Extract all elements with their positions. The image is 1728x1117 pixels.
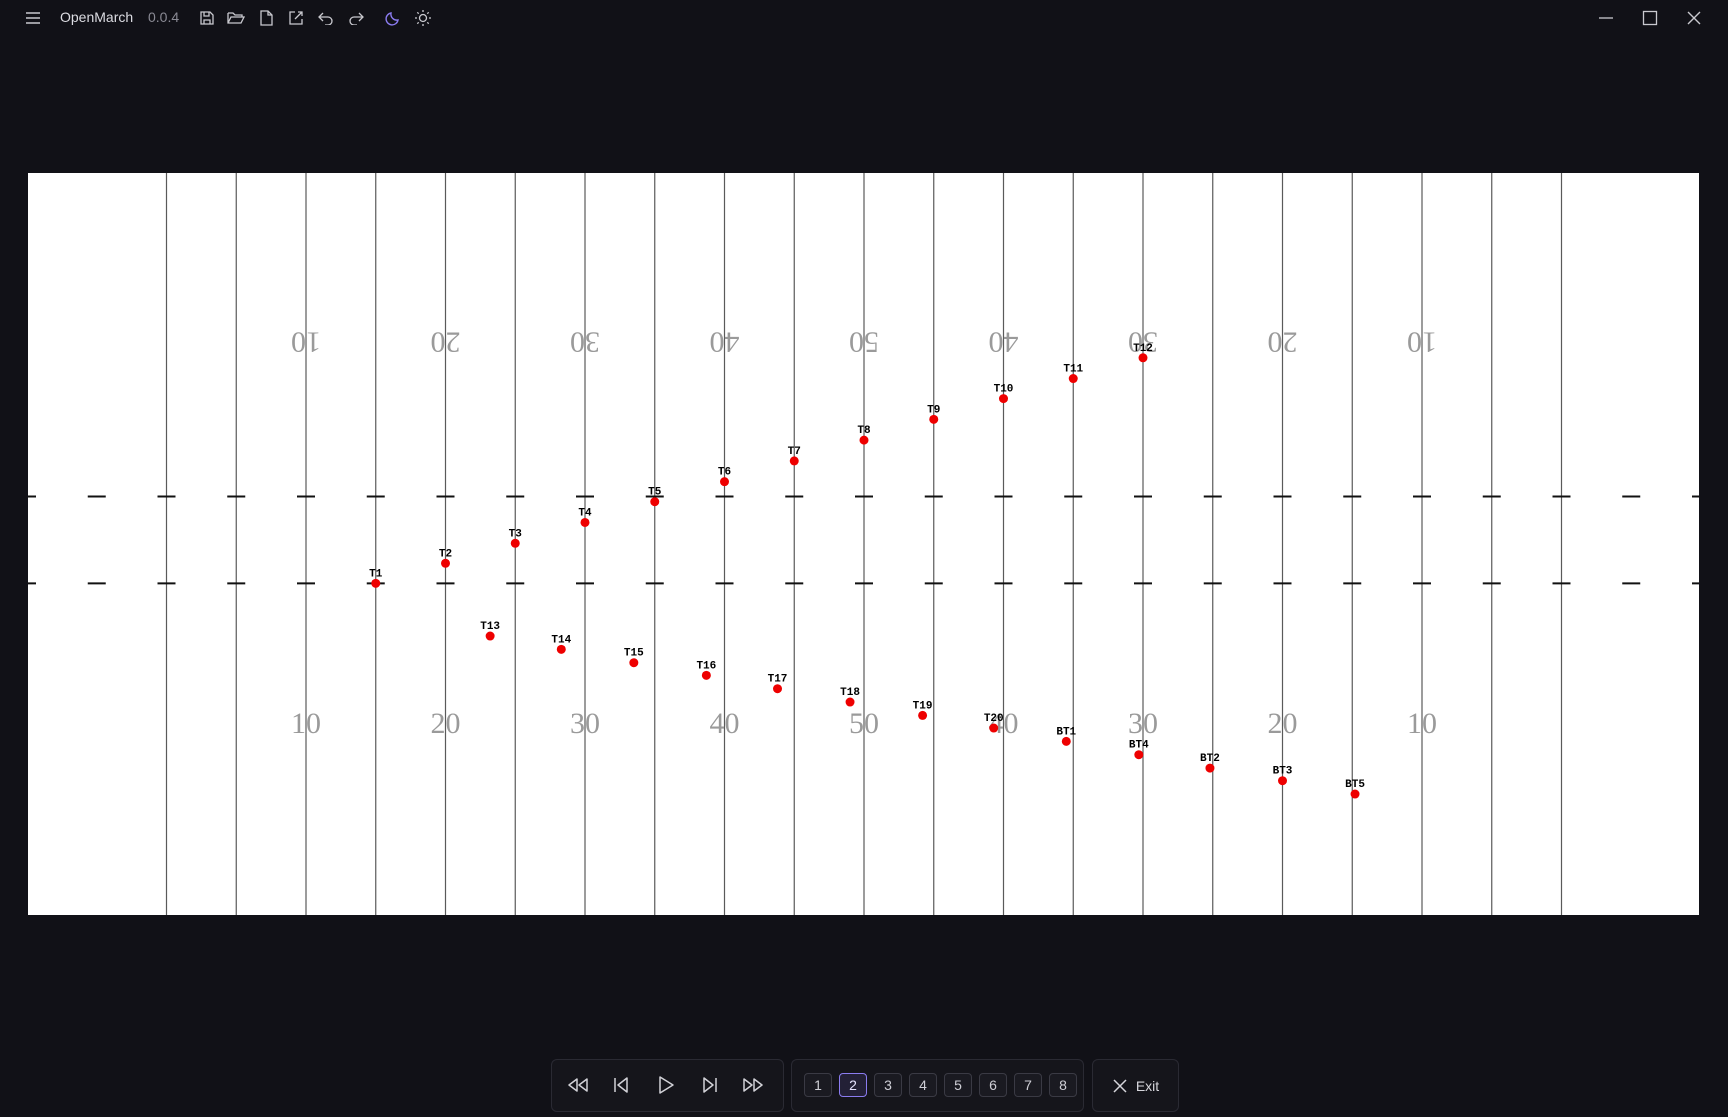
dark-mode-icon[interactable] [382,8,404,28]
marcher-label: T19 [913,700,933,712]
exit-button[interactable]: Exit [1093,1060,1178,1111]
exit-label: Exit [1135,1077,1160,1094]
yard-number-bottom: 30 [570,707,600,740]
app-name: OpenMarch [60,9,134,25]
marcher-label: T10 [994,384,1014,396]
yard-number-top: 50 [849,326,879,359]
yard-number-top: 30 [570,326,600,359]
next-page-icon[interactable] [697,1074,723,1096]
page-button-4[interactable]: 4 [909,1073,937,1097]
yard-number-bottom: 20 [431,707,461,740]
yard-number-top: 20 [1268,326,1298,359]
marcher-label: T20 [984,713,1004,725]
minimize-icon[interactable] [1591,6,1621,30]
marcher-label: T16 [696,660,716,672]
title-bar: OpenMarch 0.0.4 [0,0,1728,36]
exit-panel: Exit [1092,1059,1179,1112]
redo-icon[interactable] [345,8,367,28]
yard-number-top: 10 [291,326,321,359]
page-selector: 12345678 [791,1059,1084,1112]
marcher-label: T14 [551,634,571,646]
yard-number-bottom: 10 [291,707,321,740]
marcher-label: T13 [480,621,500,633]
page-button-5[interactable]: 5 [944,1073,972,1097]
playback-controls [551,1059,784,1112]
new-file-icon[interactable] [255,8,277,28]
undo-icon[interactable] [315,8,337,28]
marcher-label: T17 [768,674,788,686]
marcher-label: BT5 [1345,779,1365,791]
page-button-6[interactable]: 6 [979,1073,1007,1097]
previous-page-icon[interactable] [608,1074,634,1096]
marcher-label: T2 [439,548,452,560]
close-x-icon [1113,1078,1127,1093]
yard-number-bottom: 20 [1268,707,1298,740]
marcher-label: T8 [857,425,871,437]
football-field[interactable]: 10 10 20 20 30 30 40 40 50 50 40 40 30 30 20 20 10 10 T1 T2… [28,173,1699,915]
close-icon[interactable] [1679,6,1709,30]
page-button-1[interactable]: 1 [804,1073,832,1097]
page-button-7[interactable]: 7 [1014,1073,1042,1097]
light-mode-icon[interactable] [412,8,434,28]
marcher-label: T1 [369,568,383,580]
marcher-label: BT4 [1129,740,1149,752]
open-folder-icon[interactable] [225,8,247,28]
save-icon[interactable] [196,8,218,28]
yard-number-bottom: 40 [710,707,740,740]
marcher-label: T5 [648,487,662,499]
marcher-label: T12 [1133,343,1153,355]
marcher-label: T9 [927,404,940,416]
marcher-label: T3 [509,528,523,540]
marcher-label: T7 [788,446,801,458]
marcher-label: BT3 [1273,766,1293,778]
yard-number-bottom: 30 [1128,707,1158,740]
marcher-label: BT1 [1056,726,1076,738]
page-button-2[interactable]: 2 [839,1073,867,1097]
page-button-3[interactable]: 3 [874,1073,902,1097]
yard-number-bottom: 50 [849,707,879,740]
app-version: 0.0.4 [148,9,180,25]
marcher-label: T11 [1063,364,1083,376]
marcher-label: T18 [840,687,860,699]
rewind-icon[interactable] [565,1074,591,1096]
yard-number-top: 40 [989,326,1019,359]
marcher-label: T4 [578,507,592,519]
export-icon[interactable] [285,8,307,28]
maximize-icon[interactable] [1635,6,1665,30]
play-icon[interactable] [653,1074,679,1096]
yard-number-top: 40 [710,326,740,359]
marcher-label: T15 [624,648,644,660]
field-canvas[interactable]: 101020203030404050504040303020201010T1T2… [28,173,1699,915]
yard-number-bottom: 10 [1407,707,1437,740]
fast-forward-icon[interactable] [740,1074,766,1096]
page-button-8[interactable]: 8 [1049,1073,1077,1097]
menu-icon[interactable] [22,8,44,28]
marcher-label: BT2 [1200,753,1220,765]
yard-number-top: 20 [431,326,461,359]
marcher-label: T6 [718,467,731,479]
yard-number-top: 10 [1407,326,1437,359]
